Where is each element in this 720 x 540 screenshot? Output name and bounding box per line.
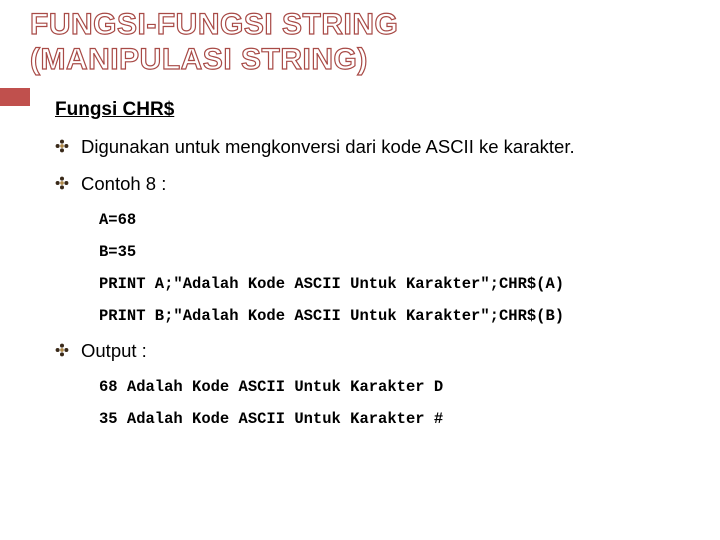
slide-title-area: FUNGSI-FUNGSI STRING (MANIPULASI STRING) xyxy=(0,0,720,89)
bullet-item: Output : xyxy=(55,339,690,364)
example-code-block: A=68 B=35 PRINT A;"Adalah Kode ASCII Unt… xyxy=(55,211,690,325)
output-block: 68 Adalah Kode ASCII Untuk Karakter D 35… xyxy=(55,378,690,428)
code-line: A=68 xyxy=(99,211,690,229)
flower-bullet-icon xyxy=(55,343,69,357)
flower-bullet-icon xyxy=(55,139,69,153)
code-line: PRINT A;"Adalah Kode ASCII Untuk Karakte… xyxy=(99,275,690,293)
slide-title-line1: FUNGSI-FUNGSI STRING xyxy=(30,8,690,43)
accent-bar xyxy=(0,88,30,106)
bullet-item: Digunakan untuk mengkonversi dari kode A… xyxy=(55,135,690,160)
code-line: PRINT B;"Adalah Kode ASCII Untuk Karakte… xyxy=(99,307,690,325)
bullet-text: Digunakan untuk mengkonversi dari kode A… xyxy=(81,135,575,160)
section-heading: Fungsi CHR$ xyxy=(55,99,690,121)
slide-title-line2: (MANIPULASI STRING) xyxy=(30,43,690,78)
code-line: B=35 xyxy=(99,243,690,261)
bullet-text: Output : xyxy=(81,339,147,364)
bullet-text: Contoh 8 : xyxy=(81,172,166,197)
output-line: 68 Adalah Kode ASCII Untuk Karakter D xyxy=(99,378,690,396)
output-line: 35 Adalah Kode ASCII Untuk Karakter # xyxy=(99,410,690,428)
slide-content: Fungsi CHR$ Digunakan untuk mengkonversi… xyxy=(0,89,720,428)
bullet-item: Contoh 8 : xyxy=(55,172,690,197)
flower-bullet-icon xyxy=(55,176,69,190)
